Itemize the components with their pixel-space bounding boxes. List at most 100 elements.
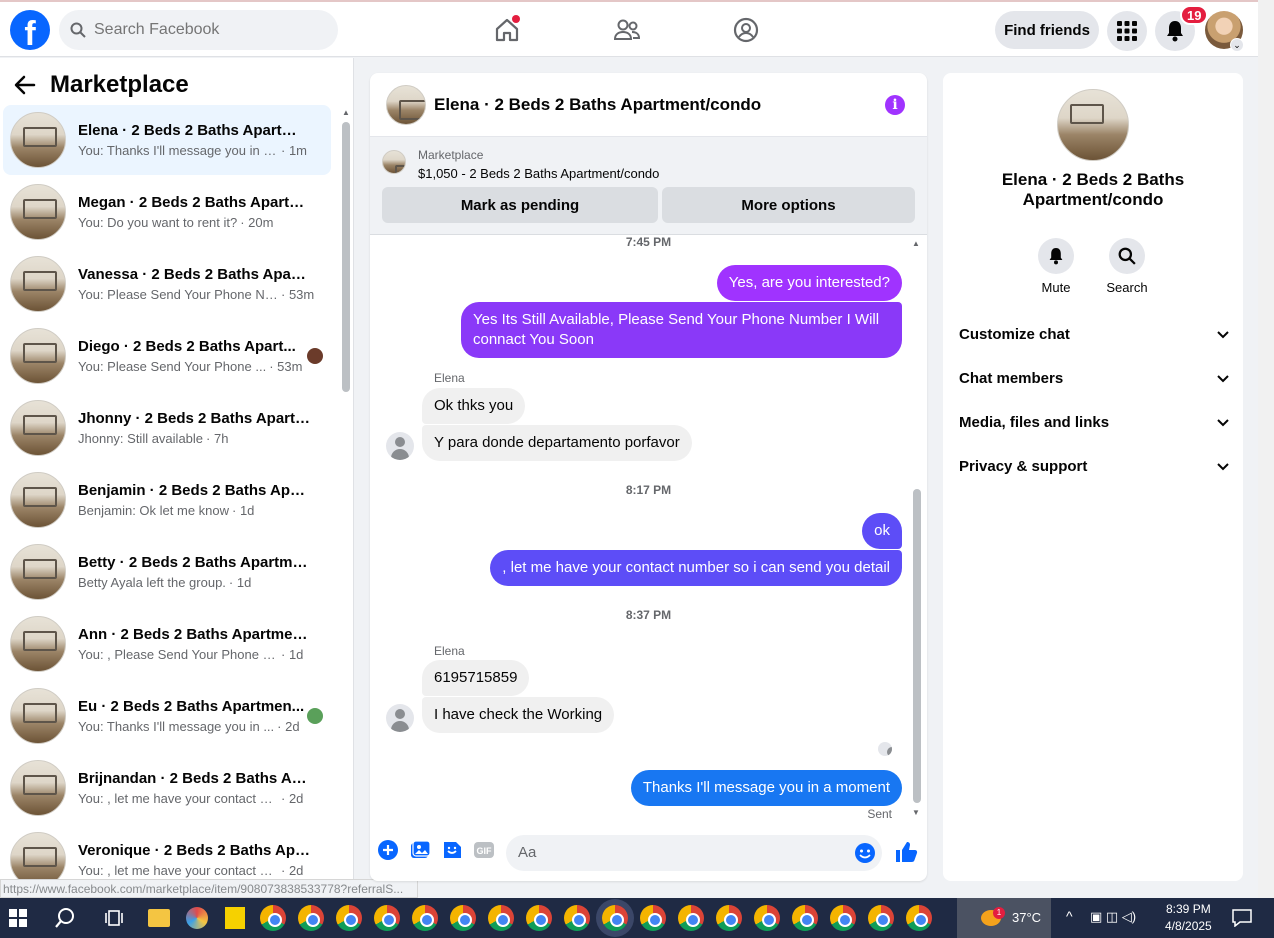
chrome-app-icon[interactable]: [412, 905, 438, 931]
chat-details-panel: Elena · 2 Beds 2 Baths Apartment/condo M…: [943, 73, 1243, 881]
chat-members-row[interactable]: Chat members: [959, 370, 1229, 387]
chrome-app-icon[interactable]: [298, 905, 324, 931]
chat-scroll-down-arrow[interactable]: ▼: [912, 808, 920, 817]
weather-widget[interactable]: 1 37°C: [957, 898, 1051, 938]
outgoing-message[interactable]: ok: [862, 513, 902, 549]
privacy-support-row[interactable]: Privacy & support: [959, 458, 1229, 475]
chrome-app-icon[interactable]: [906, 905, 932, 931]
facebook-logo[interactable]: f: [10, 10, 50, 50]
outgoing-message[interactable]: , let me have your contact number so i c…: [490, 550, 902, 586]
chrome-app-icon[interactable]: [678, 905, 704, 931]
chevron-up-icon[interactable]: ^: [1066, 908, 1073, 924]
customize-chat-row[interactable]: Customize chat: [959, 326, 1229, 343]
page-scrollbar[interactable]: [1258, 0, 1274, 898]
chevron-down-icon[interactable]: ⌄: [1230, 38, 1244, 52]
chevron-down-icon: [1217, 330, 1229, 338]
chrome-app-icon[interactable]: [488, 905, 514, 931]
conversation-item[interactable]: Jhonny · 2 Beds 2 Baths Apartm... Jhonny:…: [3, 393, 331, 463]
incoming-message[interactable]: Y para donde departamento porfavor: [422, 425, 692, 461]
search-box[interactable]: [59, 10, 338, 50]
chrome-app-icon[interactable]: [602, 905, 628, 931]
clock-date[interactable]: 4/8/2025: [1165, 919, 1212, 933]
sticky-notes-icon[interactable]: [225, 907, 245, 929]
conversation-item[interactable]: Ann · 2 Beds 2 Baths Apartment... You: , …: [3, 609, 331, 679]
search-icon[interactable]: [54, 907, 76, 929]
contact-avatar[interactable]: [1057, 89, 1129, 161]
info-icon[interactable]: i: [885, 95, 905, 115]
tray-icons[interactable]: ▣ ◫ ◁): [1090, 909, 1136, 925]
chrome-app-icon[interactable]: [336, 905, 362, 931]
chrome-app-icon[interactable]: [374, 905, 400, 931]
outgoing-message[interactable]: Yes, are you interested?: [716, 265, 902, 301]
chrome-app-icon[interactable]: [526, 905, 552, 931]
chrome-app-icon[interactable]: [830, 905, 856, 931]
find-friends-button[interactable]: Find friends: [995, 11, 1099, 49]
sender-avatar[interactable]: [386, 704, 414, 732]
chat-title[interactable]: Elena · 2 Beds 2 Baths Apartment/condo: [434, 95, 761, 115]
chat-avatar[interactable]: [386, 84, 426, 125]
conversation-text: Benjamin · 2 Beds 2 Baths Apart... Benjam…: [78, 482, 318, 518]
conversation-item[interactable]: Brijnandan · 2 Beds 2 Baths Apa... You: ,…: [3, 753, 331, 823]
media-files-links-row[interactable]: Media, files and links: [959, 414, 1229, 431]
thumbs-up-icon[interactable]: [894, 840, 918, 864]
back-arrow-icon[interactable]: [14, 75, 36, 95]
clock-time[interactable]: 8:39 PM: [1166, 902, 1211, 916]
timestamp: 8:37 PM: [625, 608, 672, 622]
notifications-icon[interactable]: [1232, 909, 1252, 927]
conversation-item[interactable]: Vanessa · 2 Beds 2 Baths Apartm... You: P…: [3, 249, 331, 319]
chrome-app-icon[interactable]: [754, 905, 780, 931]
section-label: Customize chat: [959, 326, 1070, 343]
menu-button[interactable]: [1107, 11, 1147, 51]
conversation-item[interactable]: Benjamin · 2 Beds 2 Baths Apart... Benjam…: [3, 465, 331, 535]
plus-circle-icon[interactable]: [377, 839, 399, 861]
chat-scrollbar[interactable]: [913, 489, 921, 803]
search-in-conversation-button[interactable]: Search: [1097, 238, 1157, 295]
gif-icon[interactable]: GIF: [473, 839, 495, 861]
sender-avatar[interactable]: [386, 432, 414, 460]
chrome-app-icon[interactable]: [792, 905, 818, 931]
search-input[interactable]: [94, 21, 314, 39]
chrome-app-icon[interactable]: [716, 905, 742, 931]
more-options-button[interactable]: More options: [662, 187, 915, 223]
message-thread: 7:45 PM Yes, are you interested? Yes Its…: [370, 235, 927, 825]
outgoing-message[interactable]: Yes Its Still Available, Please Send You…: [461, 302, 902, 358]
incoming-message[interactable]: I have check the Working: [422, 697, 615, 733]
section-label: Media, files and links: [959, 414, 1110, 431]
conversation-item[interactable]: Elena · 2 Beds 2 Baths Apartmen... You: T…: [3, 105, 331, 175]
conversation-name: Betty · 2 Beds 2 Baths Apartmen...: [78, 554, 310, 571]
conversation-item[interactable]: Diego · 2 Beds 2 Baths Apart... You: Plea…: [3, 321, 331, 391]
chat-scroll-up-arrow[interactable]: ▲: [912, 239, 920, 248]
scroll-up-arrow[interactable]: ▲: [342, 108, 350, 117]
sticker-icon[interactable]: [441, 839, 463, 861]
outgoing-message[interactable]: Thanks I'll message you in a moment: [630, 770, 902, 806]
listing-title[interactable]: $1,050 - 2 Beds 2 Baths Apartment/condo: [418, 166, 659, 181]
groups-nav-button[interactable]: [730, 14, 762, 46]
conversation-item[interactable]: Betty · 2 Beds 2 Baths Apartmen... Betty …: [3, 537, 331, 607]
conversation-preview: Betty Ayala left the group. · 1d: [78, 575, 318, 590]
incoming-message[interactable]: 6195715859: [422, 660, 530, 696]
profile-circle-icon: [733, 17, 759, 43]
conversation-list-scrollbar[interactable]: [342, 122, 350, 392]
conversation-item[interactable]: Eu · 2 Beds 2 Baths Apartmen... You: Than…: [3, 681, 331, 751]
home-nav-button[interactable]: [491, 14, 523, 46]
mute-button[interactable]: Mute: [1026, 238, 1086, 295]
task-view-icon[interactable]: [104, 908, 124, 928]
paint-icon[interactable]: [186, 907, 208, 929]
friends-nav-button[interactable]: [611, 14, 643, 46]
windows-start-icon[interactable]: [9, 909, 27, 927]
file-explorer-icon[interactable]: [148, 909, 170, 927]
emoji-icon[interactable]: [854, 842, 876, 864]
chat-panel: Elena · 2 Beds 2 Baths Apartment/condo i…: [370, 73, 927, 881]
chrome-app-icon[interactable]: [868, 905, 894, 931]
listing-thumbnail[interactable]: [382, 150, 406, 174]
message-input[interactable]: Aa: [506, 835, 882, 871]
photo-icon[interactable]: [409, 839, 431, 861]
chrome-app-icon[interactable]: [564, 905, 590, 931]
chrome-app-icon[interactable]: [260, 905, 286, 931]
chrome-app-icon[interactable]: [450, 905, 476, 931]
incoming-message[interactable]: Ok thks you: [422, 388, 526, 424]
bell-icon: [1049, 248, 1063, 265]
mark-as-pending-button[interactable]: Mark as pending: [382, 187, 658, 223]
chrome-app-icon[interactable]: [640, 905, 666, 931]
conversation-item[interactable]: Megan · 2 Beds 2 Baths Apartm... You: Do …: [3, 177, 331, 247]
